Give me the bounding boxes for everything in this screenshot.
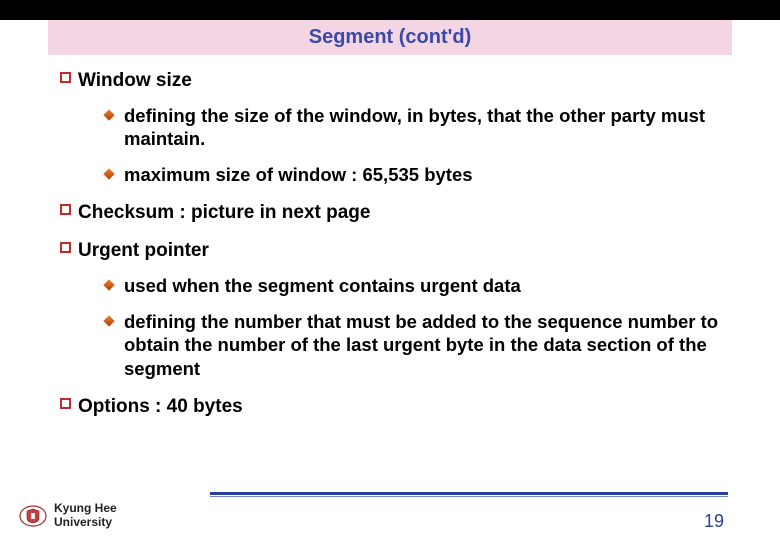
diamond-bullet-icon [104, 274, 124, 289]
heading-checksum: Checksum : picture in next page [78, 201, 370, 226]
heading-options: Options : 40 bytes [78, 395, 243, 420]
subbullet-urgent-used: used when the segment contains urgent da… [104, 274, 720, 298]
bullet-checksum: Checksum : picture in next page [60, 201, 720, 226]
university-crest-icon [18, 504, 48, 528]
text-window-define: defining the size of the window, in byte… [124, 104, 720, 151]
bullet-window-size: Window size [60, 69, 720, 94]
diamond-bullet-icon [104, 310, 124, 325]
bullet-urgent-pointer: Urgent pointer [60, 239, 720, 264]
subbullet-urgent-define: defining the number that must be added t… [104, 310, 720, 381]
slide-title: Segment (cont'd) [309, 26, 472, 48]
bullet-options: Options : 40 bytes [60, 395, 720, 420]
page-number: 19 [704, 511, 724, 532]
text-window-max: maximum size of window : 65,535 bytes [124, 163, 473, 187]
square-bullet-icon [60, 239, 78, 253]
title-bar: Segment (cont'd) [48, 20, 732, 55]
subbullet-window-define: defining the size of the window, in byte… [104, 104, 720, 151]
heading-urgent-pointer: Urgent pointer [78, 239, 209, 264]
university-name: Kyung Hee University [54, 502, 117, 530]
footer-divider [210, 492, 728, 498]
diamond-bullet-icon [104, 104, 124, 119]
content-area: Window size defining the size of the win… [0, 55, 780, 419]
subbullet-window-max: maximum size of window : 65,535 bytes [104, 163, 720, 187]
heading-window-size: Window size [78, 69, 192, 94]
text-urgent-define: defining the number that must be added t… [124, 310, 720, 381]
university-line1: Kyung Hee [54, 502, 117, 516]
square-bullet-icon [60, 395, 78, 409]
square-bullet-icon [60, 201, 78, 215]
university-line2: University [54, 516, 117, 530]
footer: Kyung Hee University 19 [0, 484, 780, 534]
diamond-bullet-icon [104, 163, 124, 178]
square-bullet-icon [60, 69, 78, 83]
top-bar [0, 0, 780, 20]
text-urgent-used: used when the segment contains urgent da… [124, 274, 521, 298]
university-brand: Kyung Hee University [18, 502, 117, 530]
